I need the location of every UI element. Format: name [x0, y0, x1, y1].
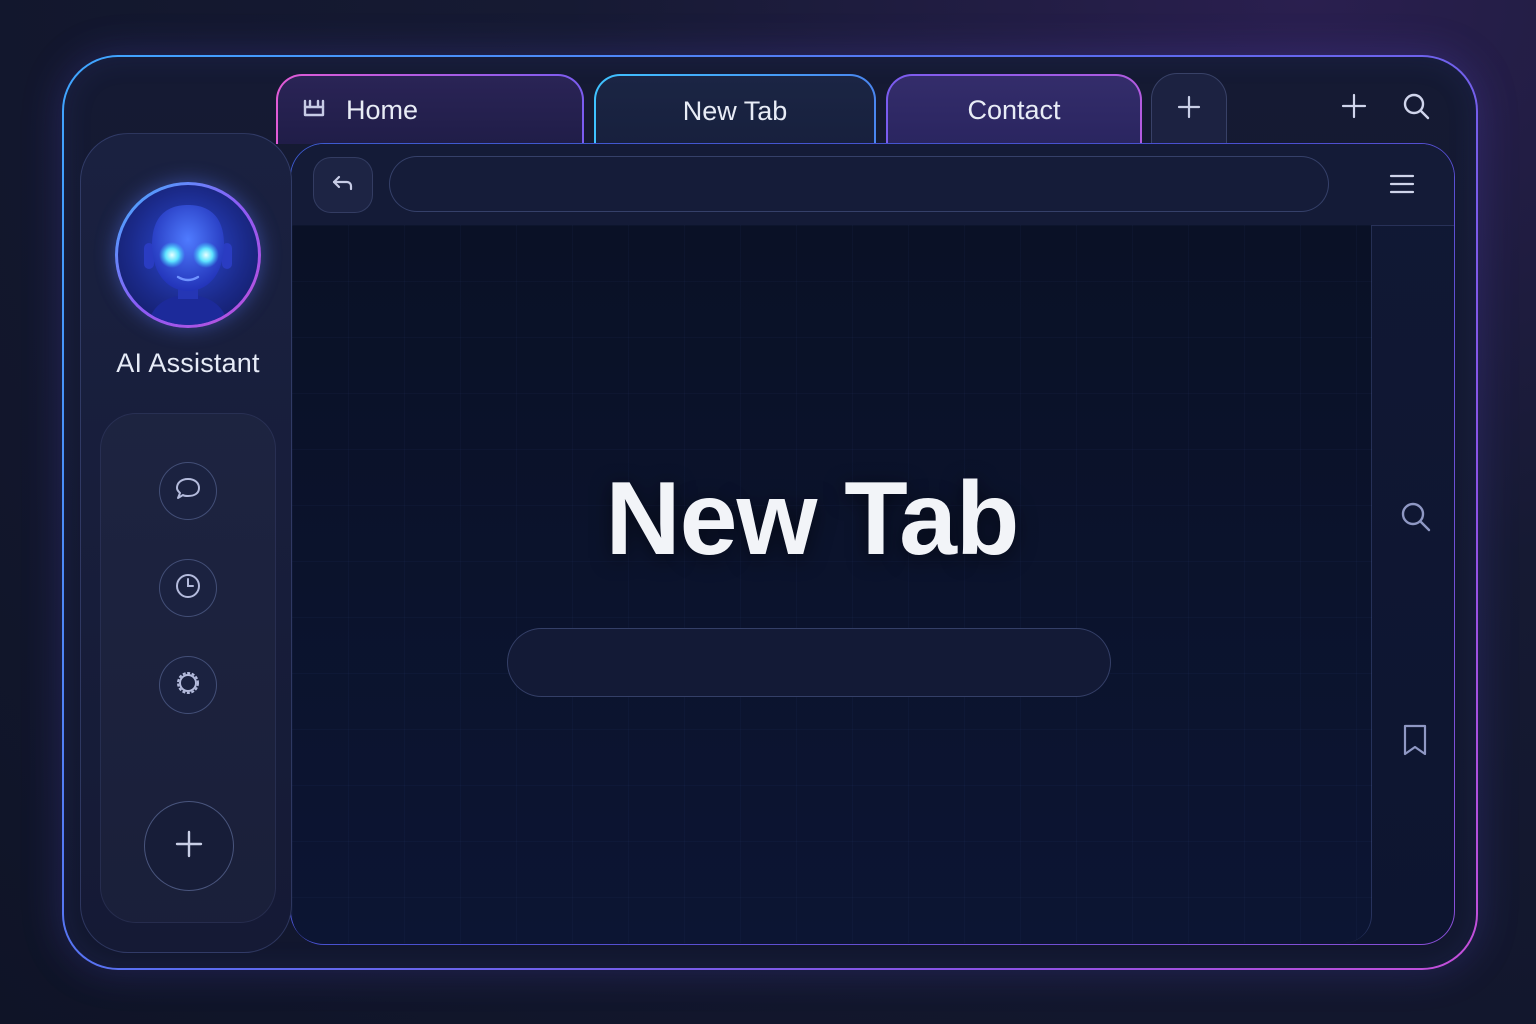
home-icon [302, 95, 326, 126]
address-bar[interactable] [389, 156, 1329, 212]
page-search-input[interactable] [507, 628, 1111, 697]
plus-icon [1341, 93, 1367, 124]
clock-icon [174, 572, 202, 605]
bookmark-icon [1401, 723, 1429, 762]
menu-button[interactable] [1382, 166, 1422, 206]
right-rail-search-button[interactable] [1394, 497, 1436, 539]
chat-bubble-icon [174, 476, 202, 507]
page-title: New Tab [605, 461, 1020, 577]
sidebar-settings-button[interactable] [159, 656, 217, 714]
back-button[interactable] [313, 157, 373, 213]
tab-contact[interactable]: Contact [886, 74, 1142, 144]
new-window-button[interactable] [1334, 88, 1374, 128]
tab-contact-label: Contact [967, 94, 1061, 125]
assistant-name: AI Assistant [116, 348, 260, 378]
sidebar-chat-button[interactable] [159, 462, 217, 520]
page-area [292, 225, 1372, 943]
sidebar-add-button[interactable] [144, 801, 234, 891]
back-arrow-icon [331, 172, 355, 199]
plus-icon [1176, 94, 1202, 125]
sidebar-history-button[interactable] [159, 559, 217, 617]
search-icon [1401, 91, 1431, 126]
tab-home-label: Home [346, 94, 419, 125]
right-rail-bookmark-button[interactable] [1394, 721, 1436, 763]
search-icon [1398, 499, 1432, 538]
add-tab-button[interactable] [1151, 73, 1227, 145]
top-search-button[interactable] [1396, 88, 1436, 128]
hamburger-menu-icon [1389, 173, 1415, 200]
tab-home[interactable]: Home [276, 74, 584, 144]
robot-avatar-icon[interactable] [115, 182, 261, 328]
plus-icon [174, 829, 204, 864]
tab-new-tab-label: New Tab [682, 95, 788, 126]
gear-icon [173, 668, 203, 703]
tab-new-tab[interactable]: New Tab [594, 74, 876, 146]
